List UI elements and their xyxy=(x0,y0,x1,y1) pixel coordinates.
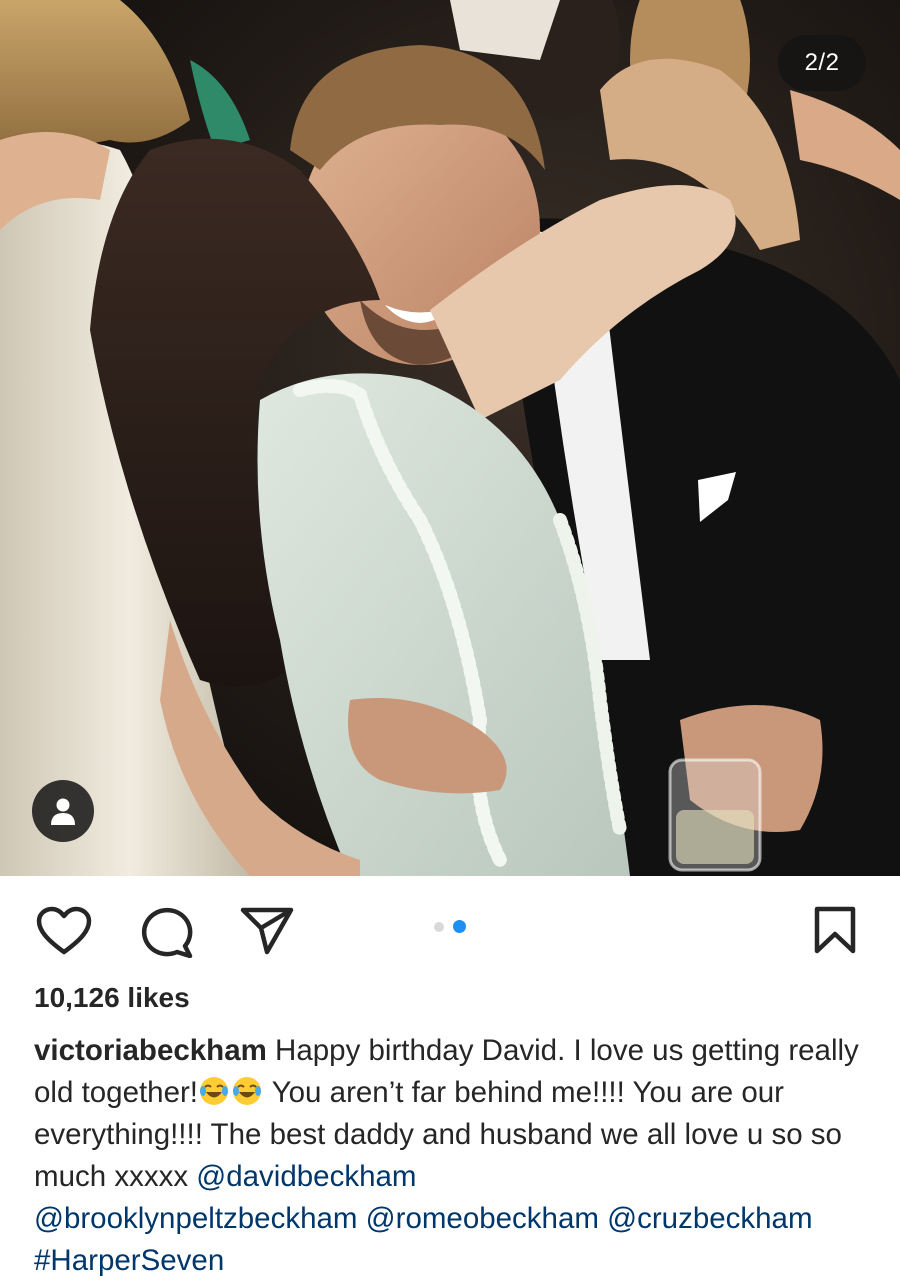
post-caption: victoriabeckham Happy birthday David. I … xyxy=(34,1030,879,1282)
speech-bubble-icon[interactable] xyxy=(138,906,194,958)
post-photo-illustration xyxy=(0,0,900,876)
heart-icon[interactable] xyxy=(36,906,92,956)
caption-text-2b: You aren’t far behind me!!!! You are xyxy=(271,1076,734,1109)
caption-username[interactable]: victoriabeckham xyxy=(34,1034,267,1067)
paper-plane-icon[interactable] xyxy=(240,906,294,956)
person-icon xyxy=(51,798,75,825)
bookmark-icon[interactable] xyxy=(812,905,858,955)
carousel-dot-inactive xyxy=(434,922,444,932)
post-photo[interactable]: 2/2 xyxy=(0,0,900,876)
hashtag-link[interactable]: #HarperSeven xyxy=(34,1244,224,1277)
caption-text-1: Happy birthday David. I love us getting xyxy=(275,1034,781,1067)
carousel-dot-active xyxy=(453,920,466,933)
face-with-tears-of-joy-icon xyxy=(233,1077,262,1105)
mention-link-romeo[interactable]: @romeobeckham xyxy=(366,1202,599,1235)
mention-link-david[interactable]: @davidbeckham xyxy=(196,1160,416,1193)
post-action-bar xyxy=(0,876,900,976)
tagged-people-button[interactable] xyxy=(32,780,94,842)
mention-link-brooklyn[interactable]: @brooklynpeltzbeckham xyxy=(34,1202,357,1235)
face-with-tears-of-joy-icon xyxy=(200,1077,229,1105)
like-count[interactable]: 10,126 likes xyxy=(34,982,190,1014)
mention-link-cruz[interactable]: @cruzbeckham xyxy=(607,1202,812,1235)
image-counter: 2/2 xyxy=(778,35,866,91)
